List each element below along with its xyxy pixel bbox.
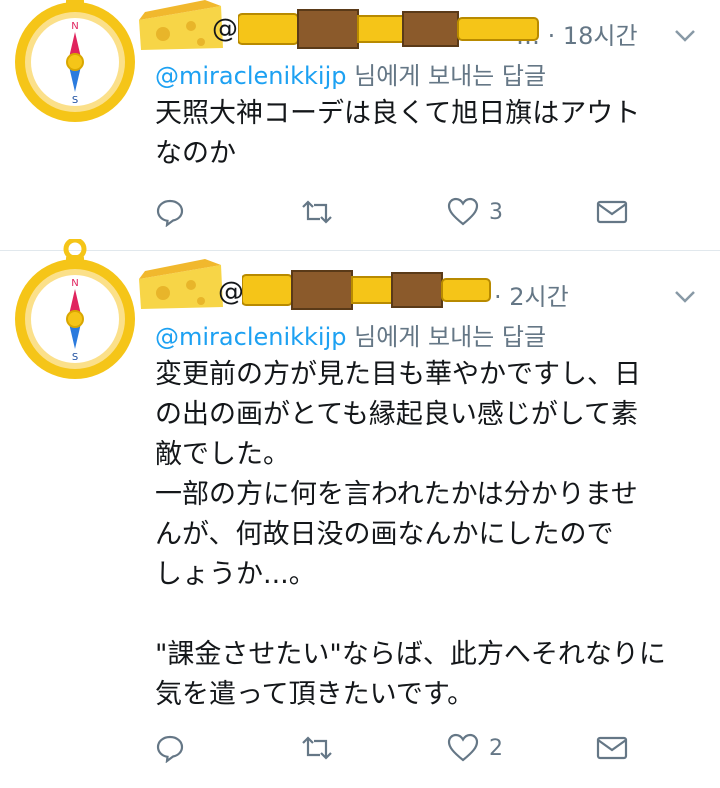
dm-button[interactable] [596, 728, 628, 768]
reply-context: @miraclenikkijp 님에게 보내는 답글 [155, 317, 546, 352]
tweet-body: 天照大神コーデは良くて旭日旗はアウト なのか [155, 98, 641, 169]
heart-icon [447, 197, 479, 226]
reply-button[interactable] [155, 192, 185, 232]
like-button[interactable]: 3 [447, 192, 503, 232]
svg-text:S: S [72, 95, 78, 106]
reply-icon [156, 735, 184, 763]
handle-prefix: @ [212, 14, 238, 44]
tweet[interactable]: N S @ · 2시간 @miraclenikkijp 님에게 보내는 답글 変… [0, 239, 720, 788]
chevron-down-icon[interactable] [672, 283, 698, 309]
mention-link[interactable]: @miraclenikkijp [155, 323, 347, 351]
chevron-down-icon[interactable] [672, 22, 698, 48]
retweet-button[interactable] [300, 192, 334, 232]
svg-text:N: N [71, 278, 78, 289]
handle-prefix: @ [218, 277, 244, 307]
spyglass-icon [242, 270, 491, 310]
tweet-body: 変更前の方が見た目も華やかですし、日 の出の画がとても縁起良い感じがして素 敵で… [155, 359, 666, 710]
reply-context-label: 님에게 보내는 답글 [346, 62, 547, 90]
like-button[interactable]: 2 [447, 728, 503, 768]
svg-text:S: S [72, 352, 78, 363]
retweet-icon [302, 200, 332, 224]
mail-icon [596, 200, 628, 224]
heart-icon [447, 733, 479, 762]
retweet-icon [302, 736, 332, 760]
like-count: 3 [489, 199, 503, 225]
spyglass-icon [238, 9, 539, 49]
mention-link[interactable]: @miraclenikkijp [155, 62, 347, 90]
dm-button[interactable] [596, 192, 628, 232]
tweet-actions: 2 [155, 728, 635, 768]
like-count: 2 [489, 735, 503, 761]
mail-icon [596, 736, 628, 760]
reply-context: @miraclenikkijp 님에게 보내는 답글 [155, 56, 546, 91]
reply-context-label: 님에게 보내는 답글 [346, 323, 547, 351]
tweet-time[interactable]: … · 18시간 [516, 16, 638, 51]
svg-text:N: N [71, 21, 78, 32]
tweet[interactable]: N S @ … · 18시간 @miraclenikkijp 님에게 보내는 답… [0, 0, 720, 250]
tweet-actions: 3 [155, 192, 635, 232]
reply-icon [156, 199, 184, 227]
cheese-icon [139, 259, 223, 309]
tweet-time[interactable]: · 2시간 [494, 277, 569, 312]
retweet-button[interactable] [300, 728, 334, 768]
reply-button[interactable] [155, 728, 185, 768]
